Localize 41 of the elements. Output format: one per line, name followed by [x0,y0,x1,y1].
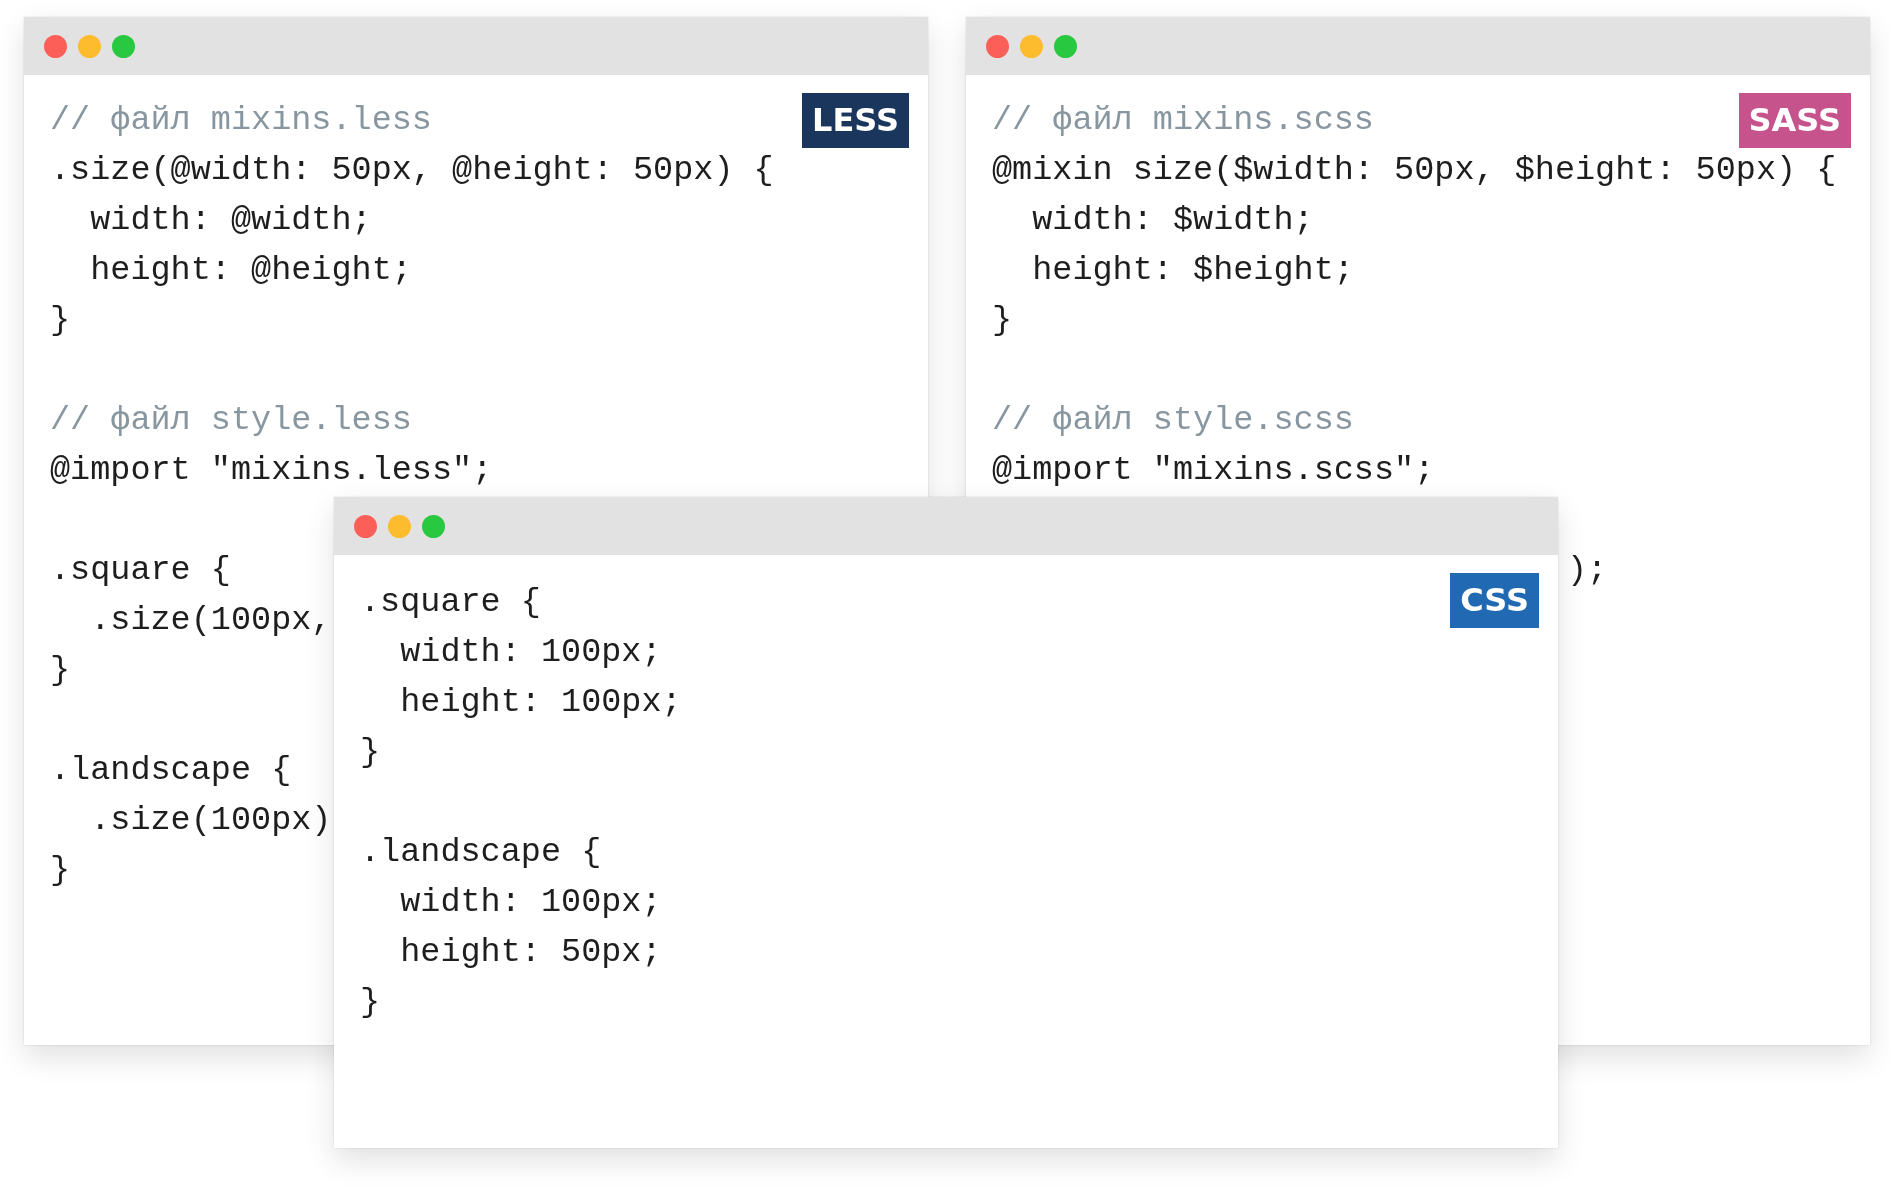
code-comment: // файл style.less [50,400,412,441]
code-line: width: $width; [1031,200,1314,241]
language-badge: LESS [802,93,909,148]
code-line: } [360,732,381,773]
code-line: height: 100px; [399,682,682,723]
code-line: .square { [50,550,231,591]
code-line: @mixin size($width: 50px, $height: 50px) { [992,150,1837,191]
code-line: } [50,850,71,891]
code-line: width: 100px; [399,882,662,923]
code-line: height: @height; [89,250,412,291]
code-line: width: @width; [89,200,372,241]
code-line: .size(@width: 50px, @height: 50px) { [50,150,774,191]
code-line: } [50,650,71,691]
code-comment: // файл mixins.less [50,100,432,141]
code-line: .size(100px, [89,600,332,641]
minimize-button[interactable] [388,514,411,538]
code-comment: // файл style.scss [992,400,1354,441]
minimize-button[interactable] [1020,34,1043,58]
code-line: height: $height; [1031,250,1354,291]
code-line: .square { [360,582,541,623]
code-line: .size(100px) [89,800,332,841]
code-line: .landscape { [360,832,602,873]
code-line: height: 50px; [399,932,662,973]
code-line: ); [1566,550,1608,591]
close-button[interactable] [354,514,377,538]
language-badge: SASS [1738,93,1851,148]
minimize-button[interactable] [78,34,101,58]
code-line: width: 100px; [399,632,662,673]
close-button[interactable] [986,34,1009,58]
maximize-button[interactable] [422,514,445,538]
code-line: @import "mixins.scss"; [992,450,1435,491]
maximize-button[interactable] [1054,34,1077,58]
code-line: } [50,300,71,341]
code-line: } [992,300,1013,341]
code-comment: // файл mixins.scss [992,100,1374,141]
code-line: } [360,982,381,1023]
code-line: .landscape { [50,750,292,791]
language-badge: CSS [1450,573,1539,628]
code-line: @import "mixins.less"; [50,450,493,491]
maximize-button[interactable] [112,34,135,58]
close-button[interactable] [44,34,67,58]
